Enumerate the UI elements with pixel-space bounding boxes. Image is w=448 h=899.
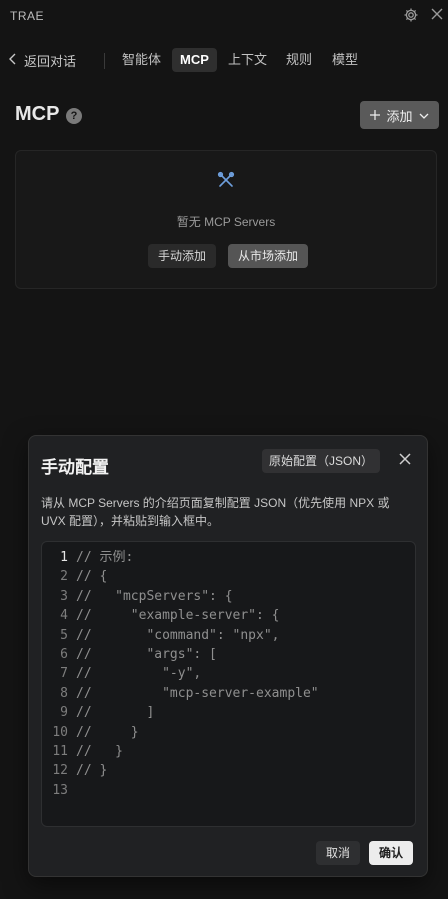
line-number: 8	[60, 685, 68, 701]
dialog-description: 请从 MCP Servers 的介绍页面复制配置 JSON（优先使用 NPX 或…	[41, 496, 390, 528]
settings-nav: 返回对话 智能体 MCP 上下文 规则 模型	[0, 44, 448, 76]
code-text: // "example-server": {	[76, 608, 280, 624]
raw-config-button[interactable]: 原始配置（JSON）	[262, 449, 380, 473]
line-number: 13	[52, 782, 68, 798]
line-number: 1	[60, 550, 68, 565]
code-line: 3 // "mcpServers": {	[42, 587, 233, 606]
tab-mcp[interactable]: MCP	[172, 48, 217, 72]
dialog-title: 手动配置	[41, 458, 109, 477]
code-text: // "mcp-server-example"	[76, 685, 319, 701]
code-line: 6 // "args": [	[42, 645, 217, 664]
line-number: 10	[52, 724, 68, 740]
code-text: // "command": "npx",	[76, 627, 280, 643]
code-line: 5 // "command": "npx",	[42, 626, 280, 645]
close-icon[interactable]	[399, 452, 415, 468]
code-text: // "mcpServers": {	[76, 588, 233, 604]
back-label: 返回对话	[24, 53, 77, 69]
line-number: 7	[60, 666, 68, 682]
question-circle-icon[interactable]: ?	[66, 108, 82, 124]
plus-icon	[370, 108, 381, 123]
confirm-button[interactable]: 确认	[369, 841, 414, 865]
page-title: MCP	[15, 103, 60, 125]
code-line: 4 // "example-server": {	[42, 606, 280, 625]
code-line: 2 // {	[42, 567, 107, 586]
code-line: 13	[42, 781, 76, 800]
empty-state-text: 暂无 MCP Servers	[176, 215, 276, 229]
line-number: 3	[60, 588, 68, 604]
close-icon[interactable]	[430, 7, 446, 23]
code-text: // {	[76, 569, 108, 585]
code-line: 11 // }	[42, 742, 123, 761]
line-number: 11	[52, 744, 68, 759]
line-number: 5	[60, 627, 68, 643]
code-text: // "args": [	[76, 647, 217, 662]
code-line: 10 // }	[42, 723, 139, 742]
chevron-down-icon	[419, 108, 429, 123]
code-text: // }	[76, 724, 139, 740]
add-mcp-button[interactable]: 添加	[360, 101, 439, 129]
json-editor[interactable]: 1 // 示例: 2 // { 3 // "mcpServers": { 4 // "exam…	[41, 541, 416, 827]
line-number: 9	[60, 705, 68, 721]
line-number: 4	[60, 608, 68, 624]
market-add-button[interactable]: 从市场添加	[228, 244, 309, 268]
nav-divider	[104, 53, 105, 69]
code-line: 1 // 示例:	[42, 548, 133, 567]
line-number: 2	[60, 569, 68, 585]
code-text: // "-y",	[76, 666, 202, 682]
add-label: 添加	[386, 108, 413, 124]
mcp-empty-card: 暂无 MCP Servers 手动添加 从市场添加	[15, 150, 437, 289]
code-line: 9 // ]	[42, 703, 154, 722]
code-text: // }	[76, 763, 108, 779]
gear-icon[interactable]	[403, 7, 419, 23]
cancel-button[interactable]: 取消	[316, 841, 361, 865]
code-text: // 示例:	[76, 550, 134, 565]
manual-add-button[interactable]: 手动添加	[148, 244, 217, 268]
line-number: 6	[60, 647, 68, 662]
code-line: 8 // "mcp-server-example"	[42, 684, 319, 703]
tab-agents[interactable]: 智能体	[114, 48, 169, 72]
manual-config-dialog: 手动配置 原始配置（JSON） 请从 MCP Servers 的介绍页面复制配置…	[28, 435, 428, 877]
tab-rules[interactable]: 规则	[278, 48, 320, 72]
code-text: // }	[76, 744, 123, 759]
code-text: // ]	[76, 705, 155, 721]
app-title: TRAE	[10, 9, 45, 23]
code-line: 12 // }	[42, 761, 107, 780]
back-to-chat-button[interactable]: 返回对话	[8, 50, 76, 70]
tools-icon	[217, 171, 235, 189]
tab-context[interactable]: 上下文	[220, 48, 275, 72]
title-bar: TRAE	[0, 0, 448, 32]
chevron-left-icon	[8, 53, 18, 68]
line-number: 12	[52, 763, 68, 779]
tab-models[interactable]: 模型	[324, 48, 366, 72]
code-line: 7 // "-y",	[42, 664, 201, 683]
